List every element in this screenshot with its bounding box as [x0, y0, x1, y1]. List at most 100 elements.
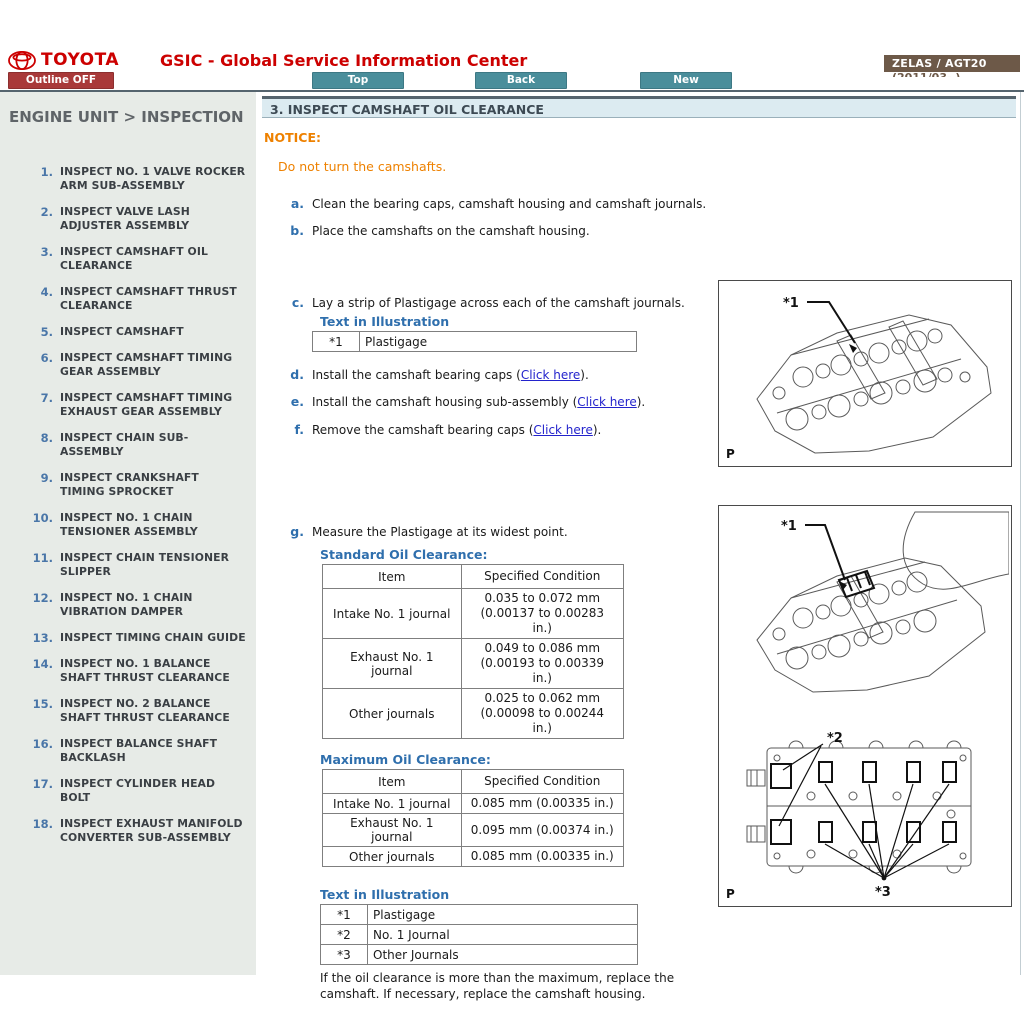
- vehicle-badge-subline: (2011/03- ): [884, 72, 1020, 77]
- legend-value: Plastigage: [360, 332, 637, 352]
- brand-name: TOYOTA: [41, 50, 119, 70]
- step-text-pre: Install the camshaft housing sub-assembl…: [312, 395, 577, 409]
- toc-number: 12.: [0, 591, 60, 619]
- cell-item: Other journals: [323, 689, 462, 739]
- engine-line-art: *1: [719, 506, 1009, 904]
- sidebar-item-13[interactable]: 13.INSPECT TIMING CHAIN GUIDE: [0, 631, 256, 645]
- toc-number: 9.: [0, 471, 60, 499]
- sidebar-item-1[interactable]: 1.INSPECT NO. 1 VALVE ROCKER ARM SUB-ASS…: [0, 165, 256, 193]
- replacement-note: If the oil clearance is more than the ma…: [320, 970, 702, 1002]
- table-row: Exhaust No. 1 journal 0.049 to 0.086 mm …: [323, 639, 624, 689]
- toc-number: 1.: [0, 165, 60, 193]
- sidebar-item-8[interactable]: 8.INSPECT CHAIN SUB-ASSEMBLY: [0, 431, 256, 459]
- toc-label: INSPECT CHAIN TENSIONER SLIPPER: [60, 551, 246, 579]
- step-a: a. Clean the bearing caps, camshaft hous…: [262, 196, 1016, 212]
- legend-key: *1: [321, 905, 368, 925]
- sidebar-item-12[interactable]: 12.INSPECT NO. 1 CHAIN VIBRATION DAMPER: [0, 591, 256, 619]
- toyota-logo: TOYOTA: [8, 50, 119, 70]
- legend-value: Other Journals: [368, 945, 638, 965]
- sidebar-item-18[interactable]: 18.INSPECT EXHAUST MANIFOLD CONVERTER SU…: [0, 817, 256, 845]
- sidebar-item-15[interactable]: 15.INSPECT NO. 2 BALANCE SHAFT THRUST CL…: [0, 697, 256, 725]
- table-row: Intake No. 1 journal 0.085 mm (0.00335 i…: [323, 794, 624, 814]
- table-row: *1 Plastigage: [321, 905, 638, 925]
- illustration-legend-table-2: *1 Plastigage *2 No. 1 Journal *3 Other …: [320, 904, 638, 965]
- cell-condition: 0.095 mm (0.00374 in.): [461, 814, 623, 847]
- figure-camshaft-plastigage-measure[interactable]: *1: [718, 505, 1012, 907]
- click-here-link-bearing-caps-install[interactable]: Click here: [521, 368, 580, 382]
- sidebar-item-17[interactable]: 17.INSPECT CYLINDER HEAD BOLT: [0, 777, 256, 805]
- step-text: Install the camshaft housing sub-assembl…: [312, 394, 762, 410]
- toc-label: INSPECT CAMSHAFT TIMING GEAR ASSEMBLY: [60, 351, 246, 379]
- step-text-pre: Install the camshaft bearing caps (: [312, 368, 521, 382]
- sidebar-item-5[interactable]: 5.INSPECT CAMSHAFT: [0, 325, 256, 339]
- toc-label: INSPECT NO. 1 BALANCE SHAFT THRUST CLEAR…: [60, 657, 246, 685]
- step-letter: e.: [262, 394, 312, 410]
- toc-sidebar: ENGINE UNIT > INSPECTION 1.INSPECT NO. 1…: [0, 92, 256, 975]
- callout-2-label: *2: [827, 731, 843, 746]
- legend-key: *1: [313, 332, 360, 352]
- step-text-pre: Remove the camshaft bearing caps (: [312, 423, 533, 437]
- click-here-link-housing-install[interactable]: Click here: [577, 395, 636, 409]
- column-header-condition: Specified Condition: [461, 565, 623, 589]
- sidebar-item-3[interactable]: 3.INSPECT CAMSHAFT OIL CLEARANCE: [0, 245, 256, 273]
- step-text: Place the camshafts on the camshaft hous…: [312, 223, 762, 239]
- column-header-condition: Specified Condition: [461, 770, 623, 794]
- figure-p-mark: P: [726, 887, 735, 901]
- toc-number: 4.: [0, 285, 60, 313]
- toc-label: INSPECT CAMSHAFT: [60, 325, 246, 339]
- cell-item: Exhaust No. 1 journal: [323, 814, 462, 847]
- step-text: Clean the bearing caps, camshaft housing…: [312, 196, 762, 212]
- column-header-item: Item: [323, 770, 462, 794]
- toc-number: 6.: [0, 351, 60, 379]
- new-button[interactable]: New: [640, 72, 732, 89]
- cell-condition: 0.085 mm (0.00335 in.): [461, 847, 623, 867]
- section-title: 3. INSPECT CAMSHAFT OIL CLEARANCE: [262, 96, 1016, 118]
- outline-off-button[interactable]: Outline OFF: [8, 72, 114, 89]
- callout-3-label: *3: [875, 885, 891, 900]
- table-row: *3 Other Journals: [321, 945, 638, 965]
- sidebar-item-16[interactable]: 16.INSPECT BALANCE SHAFT BACKLASH: [0, 737, 256, 765]
- toc-label: INSPECT CAMSHAFT THRUST CLEARANCE: [60, 285, 246, 313]
- legend-value: No. 1 Journal: [368, 925, 638, 945]
- sidebar-item-14[interactable]: 14.INSPECT NO. 1 BALANCE SHAFT THRUST CL…: [0, 657, 256, 685]
- toc-label: INSPECT CHAIN SUB-ASSEMBLY: [60, 431, 246, 459]
- sidebar-item-7[interactable]: 7.INSPECT CAMSHAFT TIMING EXHAUST GEAR A…: [0, 391, 256, 419]
- notice-text: Do not turn the camshafts.: [278, 159, 1016, 174]
- standard-oil-clearance-table: Item Specified Condition Intake No. 1 jo…: [322, 564, 624, 739]
- click-here-link-bearing-caps-remove[interactable]: Click here: [533, 423, 592, 437]
- toc-number: 7.: [0, 391, 60, 419]
- top-button[interactable]: Top: [312, 72, 404, 89]
- toc-number: 15.: [0, 697, 60, 725]
- cell-condition: 0.025 to 0.062 mm (0.00098 to 0.00244 in…: [461, 689, 623, 739]
- step-text: Lay a strip of Plastigage across each of…: [312, 295, 762, 311]
- sidebar-item-9[interactable]: 9.INSPECT CRANKSHAFT TIMING SPROCKET: [0, 471, 256, 499]
- sidebar-item-6[interactable]: 6.INSPECT CAMSHAFT TIMING GEAR ASSEMBLY: [0, 351, 256, 379]
- table-row: Intake No. 1 journal 0.035 to 0.072 mm (…: [323, 589, 624, 639]
- sidebar-item-2[interactable]: 2.INSPECT VALVE LASH ADJUSTER ASSEMBLY: [0, 205, 256, 233]
- toc-label: INSPECT EXHAUST MANIFOLD CONVERTER SUB-A…: [60, 817, 246, 845]
- legend-value: Plastigage: [368, 905, 638, 925]
- toc-label: INSPECT BALANCE SHAFT BACKLASH: [60, 737, 246, 765]
- main-content: 3. INSPECT CAMSHAFT OIL CLEARANCE NOTICE…: [262, 96, 1016, 1020]
- toc-number: 11.: [0, 551, 60, 579]
- figure-p-mark: P: [726, 447, 735, 461]
- maximum-oil-clearance-table: Item Specified Condition Intake No. 1 jo…: [322, 769, 624, 867]
- sidebar-item-4[interactable]: 4.INSPECT CAMSHAFT THRUST CLEARANCE: [0, 285, 256, 313]
- step-letter: c.: [262, 295, 312, 311]
- table-row: *2 No. 1 Journal: [321, 925, 638, 945]
- toc-label: INSPECT CAMSHAFT TIMING EXHAUST GEAR ASS…: [60, 391, 246, 419]
- toc-number: 17.: [0, 777, 60, 805]
- cell-condition: 0.049 to 0.086 mm (0.00193 to 0.00339 in…: [461, 639, 623, 689]
- app-header: TOYOTA GSIC - Global Service Information…: [0, 0, 1024, 92]
- figure-camshaft-plastigage-lay[interactable]: *1 P: [718, 280, 1012, 467]
- back-button[interactable]: Back: [475, 72, 567, 89]
- toc-label: INSPECT CRANKSHAFT TIMING SPROCKET: [60, 471, 246, 499]
- legend-key: *3: [321, 945, 368, 965]
- callout-1-label: *1: [781, 519, 797, 534]
- sidebar-item-10[interactable]: 10.INSPECT NO. 1 CHAIN TENSIONER ASSEMBL…: [0, 511, 256, 539]
- sidebar-item-11[interactable]: 11.INSPECT CHAIN TENSIONER SLIPPER: [0, 551, 256, 579]
- illustration-legend-table-1: *1 Plastigage: [312, 331, 637, 352]
- step-letter: b.: [262, 223, 312, 239]
- toc-label: INSPECT TIMING CHAIN GUIDE: [60, 631, 246, 645]
- toc-number: 2.: [0, 205, 60, 233]
